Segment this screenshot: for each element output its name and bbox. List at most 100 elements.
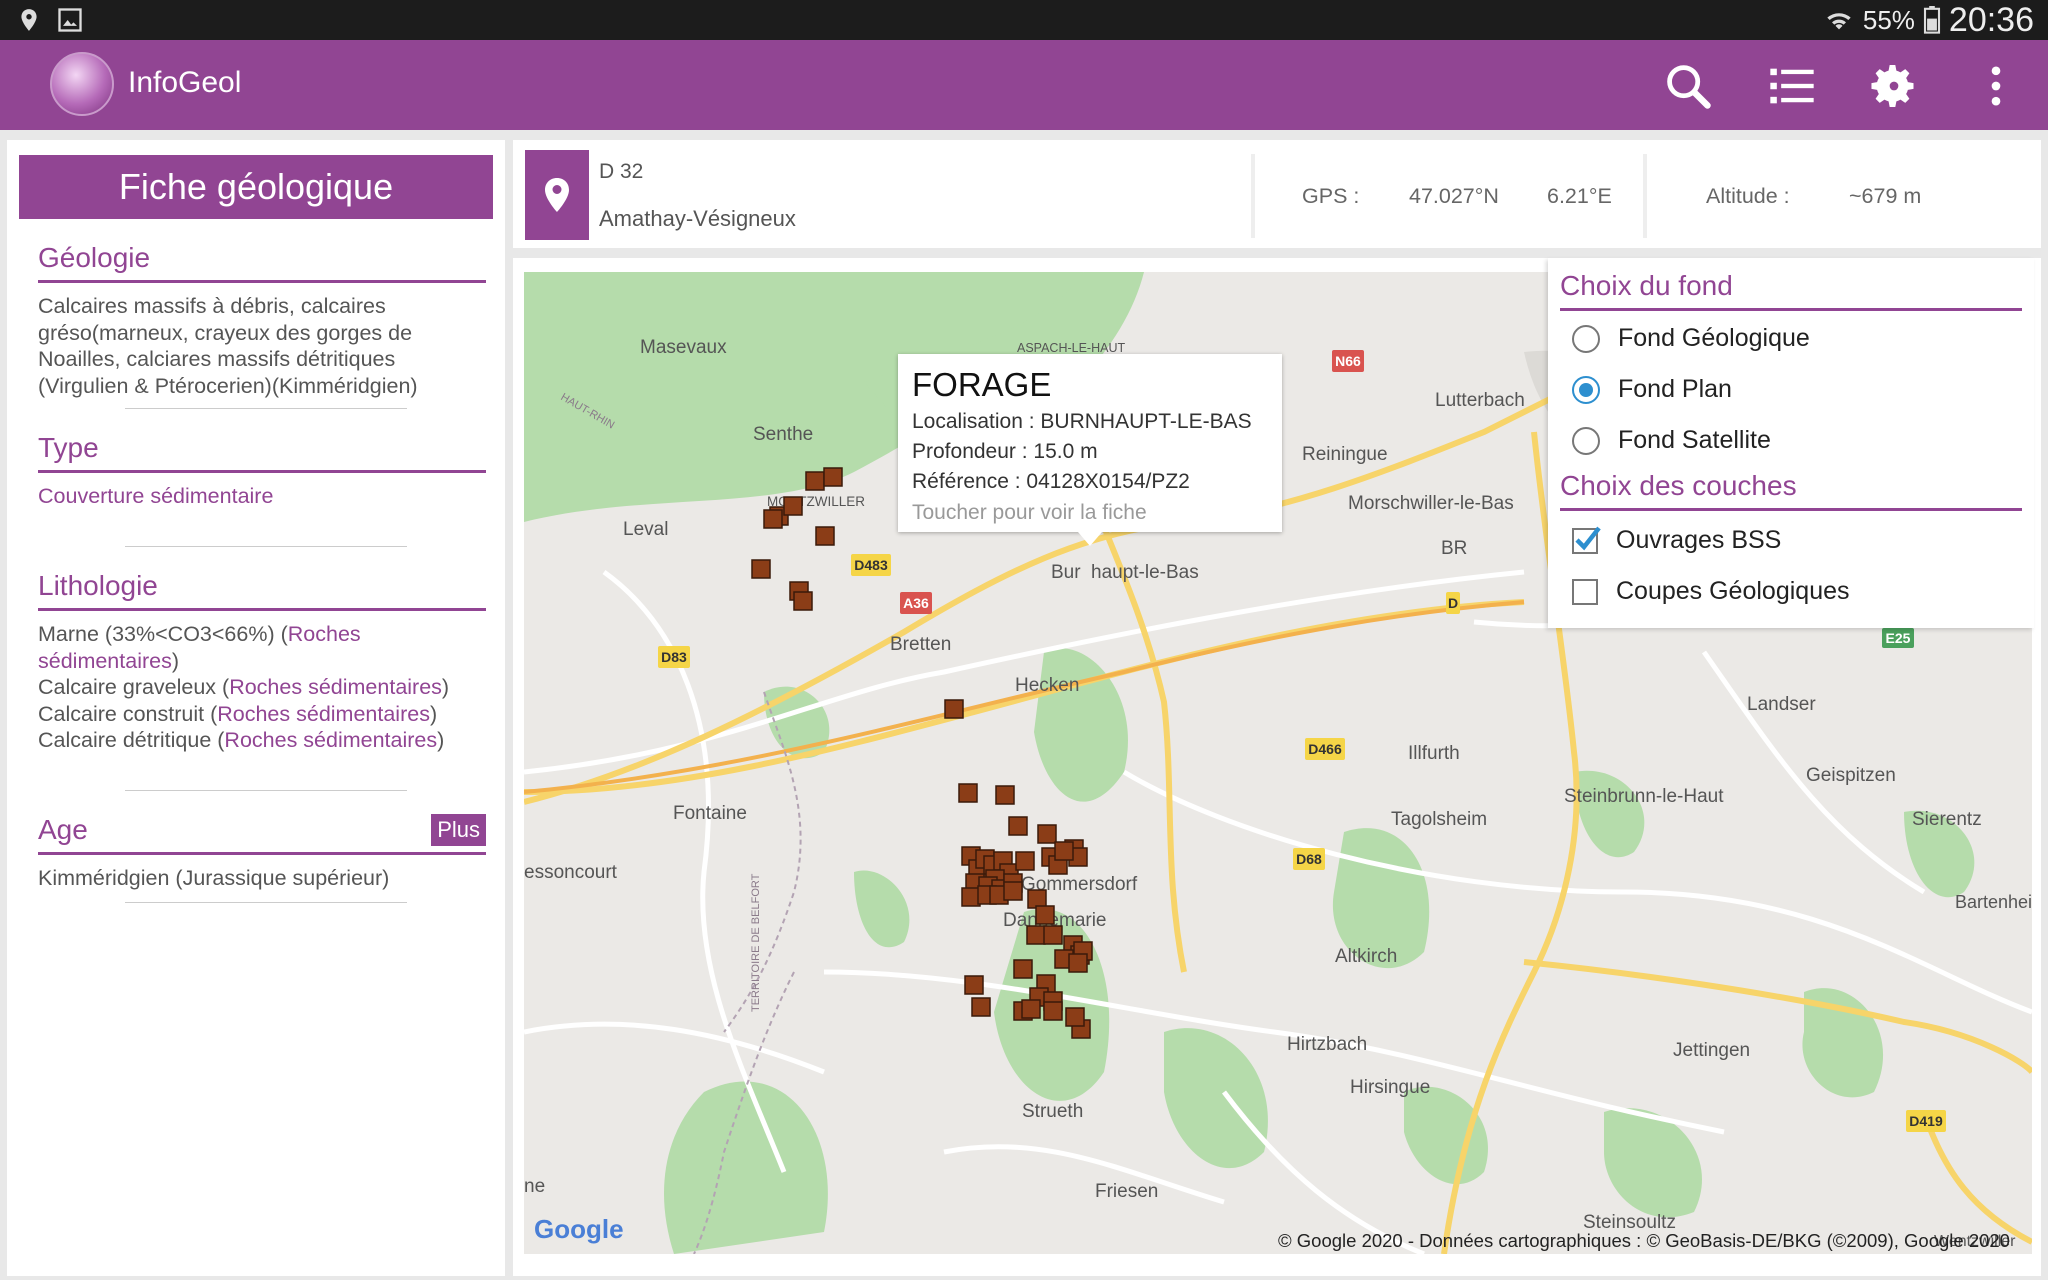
bss-marker[interactable]: [805, 471, 825, 491]
svg-text:ASPACH-LE-HAUT: ASPACH-LE-HAUT: [1017, 341, 1125, 355]
road-label: D483: [854, 557, 888, 573]
fond-title: Choix du fond: [1560, 270, 2022, 311]
lithologie-link[interactable]: Roches sédimentaires: [224, 728, 437, 752]
popup-hint[interactable]: Toucher pour voir la fiche: [912, 501, 1147, 525]
lithologie-link[interactable]: Roches sédimentaires: [229, 675, 442, 699]
checkbox-checked[interactable]: [1572, 526, 1601, 554]
road-label: E25: [1886, 630, 1911, 646]
divider: [125, 546, 407, 547]
app-title: InfoGeol: [128, 66, 242, 99]
bss-marker[interactable]: [995, 785, 1015, 805]
divider: [125, 902, 407, 903]
list-icon[interactable]: [1766, 60, 1818, 112]
bss-marker[interactable]: [751, 559, 771, 579]
lithologie-link[interactable]: Roches sédimentaires: [217, 702, 430, 726]
divider: [125, 408, 407, 409]
divider: [1251, 154, 1255, 238]
location-icon: [21, 9, 37, 31]
app-logo: [50, 52, 114, 116]
svg-text:TERRITOIRE DE BELFORT: TERRITOIRE DE BELFORT: [750, 873, 762, 1012]
bss-marker[interactable]: [1021, 999, 1041, 1019]
bss-marker[interactable]: [1015, 851, 1035, 871]
svg-text:Friesen: Friesen: [1095, 1181, 1158, 1202]
radio-button[interactable]: [1572, 324, 1600, 353]
app-bar: InfoGeol: [0, 40, 2048, 130]
bss-marker[interactable]: [783, 496, 803, 516]
location-pin-button[interactable]: [525, 150, 589, 240]
svg-text:Bartenhei: Bartenhei: [1955, 892, 2032, 912]
checkbox[interactable]: [1572, 578, 1598, 605]
bss-marker[interactable]: [1068, 953, 1088, 973]
search-icon[interactable]: [1662, 60, 1714, 112]
bss-marker[interactable]: [763, 509, 783, 529]
svg-text:Leval: Leval: [623, 519, 668, 540]
svg-text:haupt-le-Bas: haupt-le-Bas: [1091, 562, 1199, 583]
age-value: Kimméridgien (Jurassique supérieur): [38, 866, 390, 890]
bss-marker[interactable]: [964, 975, 984, 995]
bss-marker[interactable]: [823, 467, 843, 487]
plus-button[interactable]: Plus: [431, 814, 486, 846]
svg-text:ne: ne: [524, 1176, 545, 1197]
svg-text:Bretten: Bretten: [890, 634, 951, 655]
road-label: D466: [1308, 741, 1342, 757]
coupes-geologiques-option[interactable]: Coupes Géologiques: [1572, 577, 1850, 606]
type-value[interactable]: Couverture sédimentaire: [38, 483, 486, 510]
svg-text:Hirsingue: Hirsingue: [1350, 1077, 1430, 1098]
bss-marker[interactable]: [1065, 1007, 1085, 1027]
fond-geologique-option[interactable]: Fond Géologique: [1572, 324, 1810, 353]
popup-title: FORAGE: [912, 366, 1052, 403]
road-label: D: [1448, 595, 1458, 611]
bss-marker[interactable]: [793, 591, 813, 611]
bss-marker[interactable]: [1043, 1001, 1063, 1021]
checkmark-icon: [1575, 526, 1601, 550]
svg-text:BR: BR: [1441, 538, 1467, 559]
svg-text:Sierentz: Sierentz: [1912, 809, 1982, 830]
bss-marker[interactable]: [815, 526, 835, 546]
lithologie-list: Marne (33%<CO3<66%) (Roches sédimentaire…: [38, 622, 450, 752]
bss-marker[interactable]: [944, 699, 964, 719]
bss-marker[interactable]: [1054, 841, 1074, 861]
svg-text:Reiningue: Reiningue: [1302, 444, 1388, 465]
road-label: D83: [661, 649, 687, 665]
bss-marker[interactable]: [1043, 925, 1063, 945]
gear-icon[interactable]: [1868, 60, 1920, 112]
popup-localisation: Localisation : BURNHAUPT-LE-BAS: [912, 410, 1252, 433]
map-copyright: © Google 2020 - Données cartographiques …: [1278, 1230, 2010, 1251]
divider: [125, 790, 407, 791]
fond-plan-option[interactable]: Fond Plan: [1572, 375, 1732, 404]
svg-text:Bur: Bur: [1051, 562, 1081, 583]
road-label: D68: [1296, 851, 1322, 867]
gps-lat: 47.027°N: [1409, 184, 1499, 208]
google-logo: Google: [534, 1214, 624, 1244]
type-title: Type: [38, 432, 486, 473]
forage-popup[interactable]: FORAGE Localisation : BURNHAUPT-LE-BAS P…: [898, 354, 1282, 546]
image-icon: [58, 8, 82, 32]
ouvrages-bss-option[interactable]: Ouvrages BSS: [1572, 526, 1781, 555]
fiche-header: Fiche géologique: [19, 155, 493, 219]
battery-icon: [1923, 6, 1940, 34]
commune-name: Amathay-Vésigneux: [599, 206, 796, 231]
popup-profondeur: Profondeur : 15.0 m: [912, 440, 1098, 463]
radio-button-selected[interactable]: [1572, 375, 1600, 404]
bss-marker[interactable]: [971, 997, 991, 1017]
status-bar: 55% 20:36: [0, 0, 2048, 40]
svg-text:Illfurth: Illfurth: [1408, 743, 1460, 764]
road-name: D 32: [599, 160, 644, 183]
svg-text:Morschwiller-le-Bas: Morschwiller-le-Bas: [1348, 493, 1514, 514]
svg-text:Lutterbach: Lutterbach: [1435, 390, 1525, 411]
bss-marker[interactable]: [1008, 816, 1028, 836]
more-vert-icon[interactable]: [1970, 60, 2022, 112]
bss-marker[interactable]: [958, 783, 978, 803]
bss-marker[interactable]: [1037, 824, 1057, 844]
battery-percent: 55%: [1862, 4, 1915, 35]
bss-marker[interactable]: [1013, 959, 1033, 979]
fond-satellite-option[interactable]: Fond Satellite: [1572, 426, 1771, 455]
lithologie-section: Lithologie Marne (33%<CO3<66%) (Roches s…: [38, 570, 486, 754]
bss-marker[interactable]: [1035, 905, 1055, 925]
radio-button[interactable]: [1572, 426, 1600, 455]
location-pin-icon: [545, 178, 569, 212]
road-label: A36: [903, 595, 929, 611]
bss-marker[interactable]: [1026, 925, 1046, 945]
bss-marker[interactable]: [1003, 881, 1023, 901]
location-bar: D 32 Amathay-Vésigneux GPS : 47.027°N 6.…: [513, 140, 2041, 248]
